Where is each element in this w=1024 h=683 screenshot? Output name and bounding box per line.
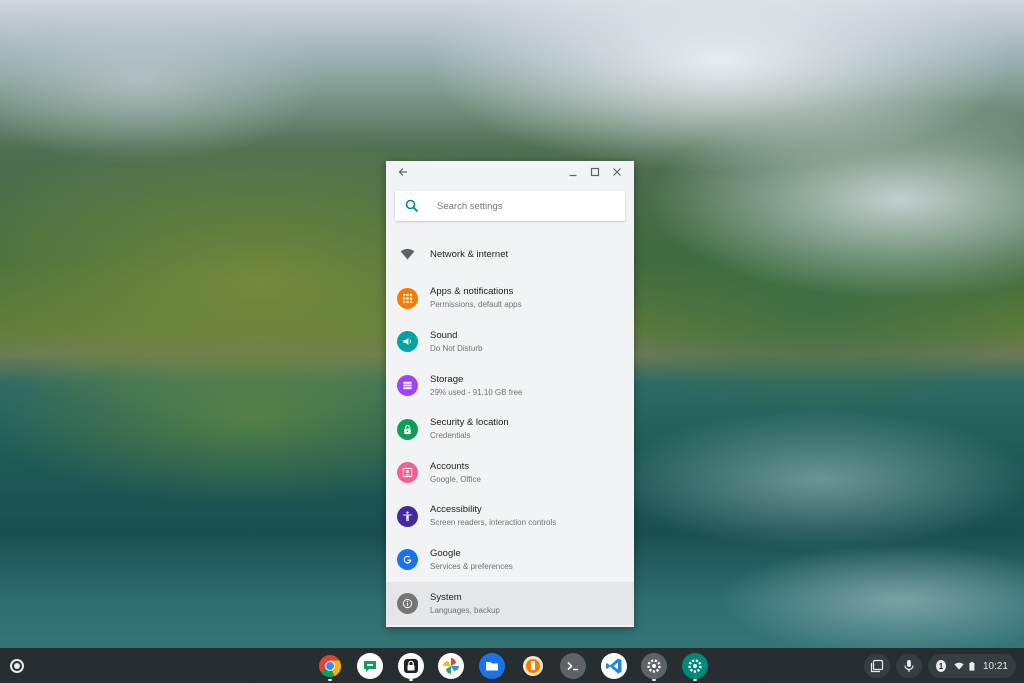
chrome-icon[interactable] — [317, 653, 343, 679]
minimize-icon[interactable] — [562, 161, 584, 183]
settings-item-title: Storage — [430, 373, 464, 385]
overview-icon — [870, 659, 884, 673]
maximize-icon[interactable] — [584, 161, 606, 183]
photos-icon[interactable] — [438, 653, 464, 679]
search-container — [386, 183, 634, 229]
search-input[interactable] — [435, 199, 589, 213]
account-icon — [397, 462, 418, 484]
settings-item-title: Apps & notifications — [430, 286, 514, 298]
launcher-button[interactable] — [6, 655, 28, 677]
settings-item-title: Google — [430, 547, 461, 559]
settings-item-subtitle: Credentials — [430, 431, 471, 441]
settings-item-title: Sound — [430, 329, 458, 341]
settings-item-storage[interactable]: Storage 29% used - 91.10 GB free — [386, 364, 634, 408]
lock-icon — [397, 418, 418, 440]
settings-item-subtitle: Services & preferences — [430, 561, 513, 571]
settings-item-subtitle: 29% used - 91.10 GB free — [430, 387, 523, 397]
settings-gear-icon[interactable] — [641, 653, 667, 679]
settings-item-accessibility[interactable]: Accessibility Screen readers, interactio… — [386, 495, 634, 539]
wifi-icon — [397, 244, 418, 265]
files-icon[interactable] — [479, 653, 505, 679]
terminal-icon[interactable] — [560, 653, 586, 679]
close-icon[interactable] — [606, 161, 628, 183]
launcher-icon — [10, 659, 24, 673]
settings-item-title: Accessibility — [430, 504, 482, 516]
settings-window: Network & internet Apps & notifications … — [386, 161, 634, 627]
running-indicator — [409, 679, 413, 681]
settings-item-apps[interactable]: Apps & notifications Permissions, defaul… — [386, 277, 634, 321]
settings-item-subtitle: Screen readers, interaction controls — [430, 518, 557, 528]
voice-input-button[interactable] — [896, 654, 922, 678]
settings-item-system[interactable]: System Languages, backup — [386, 581, 634, 626]
settings-item-google[interactable]: Google Services & preferences — [386, 538, 634, 582]
settings-item-subtitle: Languages, backup — [430, 605, 500, 615]
storage-icon — [397, 375, 418, 397]
pixelmator-icon[interactable] — [520, 653, 546, 679]
settings-item-title: Accounts — [430, 460, 470, 472]
running-indicator — [652, 679, 656, 681]
settings-item-subtitle: Do Not Disturb — [430, 343, 483, 353]
settings-item-title: System — [430, 591, 462, 603]
running-indicator — [693, 679, 697, 681]
search-icon — [405, 199, 419, 213]
running-indicator — [328, 679, 332, 681]
battery-icon — [969, 661, 975, 671]
volume-icon — [397, 331, 418, 353]
search-bar[interactable] — [395, 191, 625, 221]
apps-icon — [397, 287, 418, 309]
info-icon — [397, 593, 418, 615]
settings-item-sound[interactable]: Sound Do Not Disturb — [386, 320, 634, 364]
settings-item-network[interactable]: Network & internet — [386, 233, 634, 277]
settings-list: Network & internet Apps & notifications … — [386, 233, 634, 626]
notification-count-badge: 1 — [936, 660, 947, 672]
secure-shell-icon[interactable] — [398, 653, 424, 679]
vscode-icon[interactable] — [601, 653, 627, 679]
window-titlebar — [386, 161, 634, 183]
overview-button[interactable] — [864, 654, 890, 678]
settings-item-title: Network & internet — [430, 248, 509, 260]
microphone-icon — [904, 660, 914, 672]
google-icon — [397, 549, 418, 571]
settings-item-title: Security & location — [430, 417, 509, 429]
status-area[interactable]: 1 10:21 — [928, 654, 1016, 678]
settings-app-icon[interactable] — [682, 653, 708, 679]
settings-item-subtitle: Google, Office — [430, 474, 481, 484]
settings-item-accounts[interactable]: Accounts Google, Office — [386, 451, 634, 495]
settings-item-subtitle: Permissions, default apps — [430, 300, 522, 310]
hangouts-chat-icon[interactable] — [357, 653, 383, 679]
wifi-status-icon — [954, 662, 964, 670]
accessibility-icon — [397, 505, 418, 527]
settings-item-security[interactable]: Security & location Credentials — [386, 407, 634, 451]
clock: 10:21 — [982, 660, 1008, 672]
back-arrow-icon[interactable] — [392, 161, 414, 183]
